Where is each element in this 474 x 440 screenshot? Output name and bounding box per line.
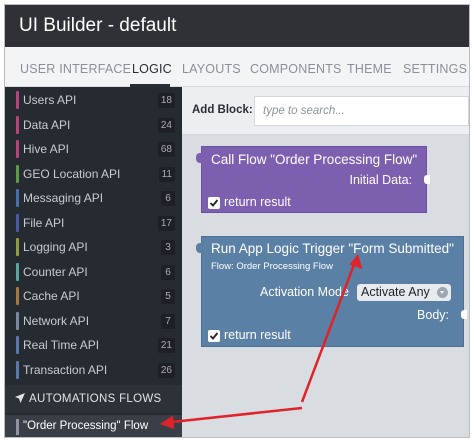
title-bar: UI Builder - default: [5, 5, 469, 47]
sidebar-item-data-api[interactable]: Data API 24: [5, 114, 182, 138]
tab-components[interactable]: COMPONENTS: [250, 62, 342, 76]
sidebar-item-network-api[interactable]: Network API 7: [5, 310, 182, 334]
sidebar-item-label: File API: [23, 215, 65, 230]
sidebar-item-count: 21: [157, 338, 175, 353]
add-block-bar: Add Block:: [182, 87, 469, 135]
sidebar-item-count: 6: [161, 191, 175, 206]
sidebar-item-label: Real Time API: [23, 338, 100, 352]
api-color-swatch: [16, 115, 19, 134]
send-arrow-icon: [15, 393, 25, 403]
sidebar-item-label: Messaging API: [23, 191, 104, 205]
sidebar-item-messaging-api[interactable]: Messaging API 6: [5, 187, 182, 211]
checkmark-icon: [209, 332, 219, 340]
api-color-swatch: [16, 213, 19, 232]
app-title: UI Builder - default: [19, 15, 177, 36]
flow-color-swatch: [16, 419, 19, 435]
sidebar-item-count: 26: [157, 362, 175, 378]
sidebar-item-label: Cache API: [23, 289, 80, 303]
trigger-return-checkbox[interactable]: [208, 330, 220, 342]
sidebar-item-cache-api[interactable]: Cache API 5: [5, 285, 182, 309]
api-color-swatch: [16, 287, 19, 305]
sidebar-item-real-time-api[interactable]: Real Time API 21: [5, 334, 182, 358]
sidebar-item-label: Logging API: [23, 240, 88, 254]
sidebar-item-count: 68: [157, 142, 175, 157]
body-socket[interactable]: [461, 310, 467, 319]
api-color-swatch: [16, 311, 19, 330]
initial-data-label: Initial Data:: [349, 173, 412, 187]
api-color-swatch: [16, 336, 19, 354]
activation-mode-select[interactable]: Activate Any: [357, 284, 451, 301]
trigger-return-label: return result: [224, 328, 291, 342]
app-logic-trigger-block[interactable]: Run App Logic Trigger "Form Submitted" F…: [196, 236, 467, 347]
add-block-label: Add Block:: [192, 104, 253, 116]
sidebar-item-file-api[interactable]: File API 17: [5, 212, 182, 236]
api-color-swatch: [16, 238, 19, 256]
sidebar-item-count: 18: [157, 93, 175, 108]
sidebar-item-label: Counter API: [23, 264, 88, 279]
api-color-swatch: [16, 360, 19, 379]
checkmark-icon: [209, 199, 219, 207]
call-flow-return-label: return result: [224, 195, 291, 209]
api-color-swatch: [16, 140, 19, 158]
api-color-swatch: [16, 262, 19, 281]
api-color-swatch: [16, 164, 19, 183]
sidebar-item-users-api[interactable]: Users API 18: [5, 89, 182, 113]
sidebar-item-label: Network API: [23, 313, 90, 328]
call-flow-block[interactable]: Call Flow "Order Processing Flow" Initia…: [196, 146, 430, 213]
tab-layouts[interactable]: LAYOUTS: [182, 62, 241, 76]
sidebar-item-logging-api[interactable]: Logging API 3: [5, 236, 182, 260]
trigger-subtitle: Flow: Order Processing Flow: [211, 261, 333, 272]
automations-flows-header[interactable]: AUTOMATIONS FLOWS: [5, 385, 182, 413]
body-label: Body:: [417, 308, 449, 322]
block-search-input[interactable]: [254, 96, 469, 126]
sidebar-item-label: Hive API: [23, 142, 70, 156]
block-input-connector: [196, 243, 204, 253]
app-window: UI Builder - default USER INTERFACE LOGI…: [4, 4, 470, 438]
sidebar-item-label: Transaction API: [23, 362, 108, 377]
initial-data-socket[interactable]: [424, 175, 430, 184]
sidebar-item-count: 11: [158, 166, 175, 182]
api-color-swatch: [16, 189, 19, 207]
main-tabs: USER INTERFACE LOGIC LAYOUTS COMPONENTS …: [5, 47, 469, 87]
activation-mode-label: Activation Mode: [260, 285, 349, 299]
sidebar-item-count: 17: [157, 215, 175, 231]
automations-flows-label: AUTOMATIONS FLOWS: [29, 393, 162, 405]
sidebar-item-count: 7: [161, 313, 175, 329]
sidebar-item-order-processing-flow[interactable]: "Order Processing" Flow: [5, 415, 182, 437]
logic-sidebar: Users API 18 Data API 24 Hive API 68 GEO Locat…: [5, 87, 182, 437]
sidebar-item-transaction-api[interactable]: Transaction API 26: [5, 359, 182, 383]
tab-theme[interactable]: THEME: [347, 62, 392, 76]
tab-settings[interactable]: SETTINGS: [403, 62, 467, 76]
sidebar-item-count: 3: [161, 240, 175, 255]
call-flow-title: Call Flow "Order Processing Flow": [211, 152, 418, 167]
call-flow-return-checkbox[interactable]: [208, 197, 220, 209]
flow-item-label: "Order Processing" Flow: [23, 420, 149, 432]
trigger-title: Run App Logic Trigger "Form Submitted": [211, 241, 454, 256]
logic-workspace[interactable]: Add Block: Call Flow "Order Processing F…: [182, 87, 469, 437]
sidebar-item-geo-location-api[interactable]: GEO Location API 11: [5, 163, 182, 187]
sidebar-item-count: 5: [161, 289, 175, 304]
sidebar-item-label: Users API: [23, 93, 77, 107]
sidebar-item-label: Data API: [23, 117, 71, 132]
sidebar-item-hive-api[interactable]: Hive API 68: [5, 138, 182, 162]
tab-user-interface[interactable]: USER INTERFACE: [20, 62, 131, 76]
chevron-down-icon: [437, 287, 448, 298]
sidebar-item-counter-api[interactable]: Counter API 6: [5, 261, 182, 285]
sidebar-item-count: 6: [161, 264, 175, 280]
sidebar-item-count: 24: [157, 117, 175, 133]
api-color-swatch: [16, 91, 19, 109]
block-input-connector: [196, 153, 204, 163]
tab-logic[interactable]: LOGIC: [132, 62, 172, 76]
sidebar-item-label: GEO Location API: [23, 166, 121, 181]
activation-mode-value: Activate Any: [361, 285, 430, 299]
